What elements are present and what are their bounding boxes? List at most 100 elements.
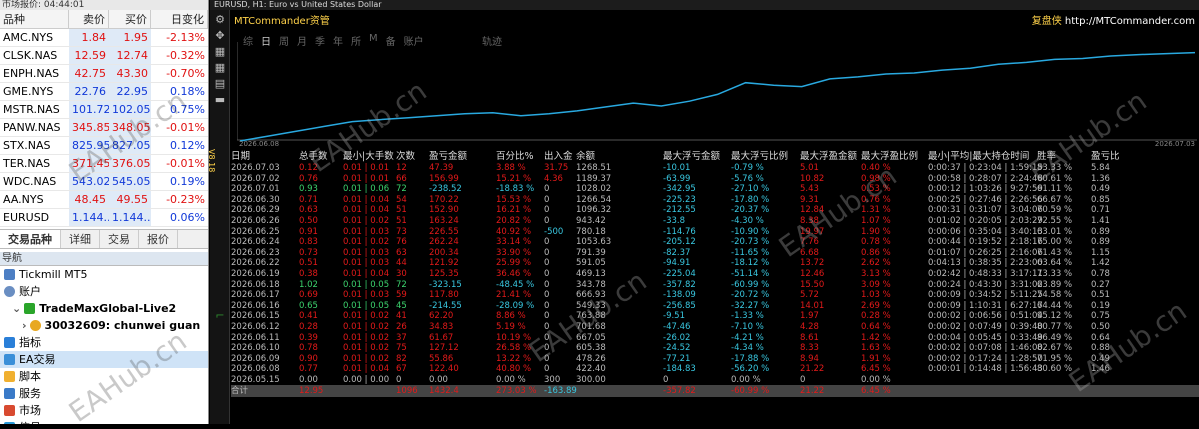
table-row[interactable]: 2026.06.09 0.90 0.01 | 0.02 82 55.86 13.22 % 0…	[231, 354, 1199, 365]
table-row[interactable]: 2026.07.02 0.76 0.01 | 0.01 66 156.99 15.21 %…	[231, 174, 1199, 185]
gear-icon[interactable]: ⚙	[213, 14, 227, 26]
table-row[interactable]: 2026.06.16 0.65 0.01 | 0.05 45 -214.55 -28.09…	[231, 301, 1199, 312]
table-cell: 1.31 %	[861, 205, 891, 216]
brand-url[interactable]: http://MTCommander.com	[1065, 16, 1195, 27]
table-row[interactable]: 2026.06.23 0.73 0.01 | 0.03 63 200.34 33.90 %…	[231, 248, 1199, 259]
table-row[interactable]: 2026.06.22 0.51 0.01 | 0.03 44 121.92 25.99 %…	[231, 258, 1199, 269]
column-header[interactable]: 日期	[231, 151, 250, 163]
table-row[interactable]: 2026.06.25 0.91 0.01 | 0.03 73 226.55 40.92 %…	[231, 227, 1199, 238]
nav-account[interactable]: › 30032609: chunwei guan	[0, 317, 208, 334]
tab-details[interactable]: 详细	[61, 230, 100, 248]
move-icon[interactable]: ✥	[213, 30, 227, 42]
table-cell: 64.44 %	[1037, 300, 1073, 311]
column-header[interactable]: 最大浮亏金额	[663, 151, 720, 163]
col-symbol-header[interactable]: 品种	[0, 10, 69, 28]
tab-trading[interactable]: 交易	[100, 230, 139, 248]
column-header[interactable]: 盈亏比	[1091, 151, 1120, 163]
table-cell: 0.01 | 0.02	[343, 215, 390, 226]
table-cell: 63.89 %	[1037, 279, 1073, 290]
column-header[interactable]: 出入金	[544, 151, 573, 163]
table-row[interactable]: 2026.06.11 0.39 0.01 | 0.02 37 61.67 10.19 % 0…	[231, 333, 1199, 344]
market-watch-row[interactable]: PANW.NAS 345.85 348.05 -0.01%	[0, 119, 208, 137]
table-cell: 54	[396, 194, 407, 205]
column-header[interactable]: 最大浮盈金额	[800, 151, 857, 163]
column-header[interactable]: 盈亏金额	[429, 151, 467, 163]
table-row[interactable]: 2026.06.29 0.63 0.01 | 0.04 51 152.90 16.21 %…	[231, 205, 1199, 216]
table-row[interactable]: 2026.05.15 0.00 0.00 | 0.00 0 0.00 0.00 % 300 3…	[231, 375, 1199, 386]
column-header[interactable]: 次数	[396, 151, 415, 163]
market-watch-row[interactable]: EURUSD 1.144...1.144... 0.06%	[0, 209, 208, 227]
table-body: 2026.07.03 0.12 0.01 | 0.01 12 47.39 3.88 % 31…	[231, 163, 1199, 385]
table-cell: 30	[396, 268, 407, 279]
table-cell: 0.73	[299, 247, 318, 258]
col-change-header[interactable]: 日变化	[151, 10, 208, 28]
market-watch-row[interactable]: ENPH.NAS 42.75 43.30 -0.70%	[0, 65, 208, 83]
table-cell: 0.64 %	[861, 321, 891, 332]
nav-accounts[interactable]: 账户	[0, 283, 208, 300]
nav-broker[interactable]: Tickmill MT5	[0, 266, 208, 283]
column-header[interactable]: 总手数	[299, 151, 328, 163]
total-cell: -163.89	[544, 386, 577, 397]
market-watch-row[interactable]: AA.NYS 48.45 49.55 -0.23%	[0, 191, 208, 209]
column-header[interactable]: 最小|平均|最大持仓时间	[928, 151, 1029, 163]
table-row[interactable]: 2026.07.01 0.93 0.01 | 0.06 72 -238.52 -18.83…	[231, 184, 1199, 195]
col-bid-header[interactable]: 卖价	[69, 10, 109, 28]
nav-signals[interactable]: 信号	[0, 419, 208, 424]
nav-server[interactable]: ⌄ TradeMaxGlobal-Live2	[0, 300, 208, 317]
table-row[interactable]: 2026.06.19 0.38 0.01 | 0.04 30 125.35 36.46 %…	[231, 269, 1199, 280]
table-row[interactable]: 2026.06.18 1.02 0.01 | 0.05 72 -323.15 -48.45…	[231, 280, 1199, 291]
tab-symbols[interactable]: 交易品种	[0, 230, 61, 248]
tab-ticks[interactable]: 报价	[139, 230, 178, 248]
nav-indicators[interactable]: 指标	[0, 334, 208, 351]
nav-accounts-label: 账户	[19, 285, 41, 298]
market-watch-row[interactable]: WDC.NAS 543.02 545.05 0.19%	[0, 173, 208, 191]
table-cell: 0.01 | 0.03	[343, 258, 390, 269]
table-cell: 0.77	[299, 364, 318, 375]
table-cell: 0.50	[299, 215, 318, 226]
chart-icon[interactable]: ▤	[213, 78, 227, 90]
table-row[interactable]: 2026.06.15 0.41 0.01 | 0.02 41 62.20 8.86 % 0 7…	[231, 311, 1199, 322]
nav-market[interactable]: 市场	[0, 402, 208, 419]
table-row[interactable]: 2026.06.12 0.28 0.01 | 0.02 26 34.83 5.19 % 0 7…	[231, 322, 1199, 333]
nav-experts[interactable]: EA交易	[0, 351, 208, 368]
market-watch-row[interactable]: TER.NAS 371.45 376.05 -0.01%	[0, 155, 208, 173]
col-ask-header[interactable]: 买价	[109, 10, 151, 28]
column-header[interactable]: 最大浮盈比例	[861, 151, 918, 163]
table-cell: 0	[544, 247, 550, 258]
table-cell: 0	[544, 215, 550, 226]
grid2-icon[interactable]: ▦	[213, 62, 227, 74]
table-row[interactable]: 2026.06.26 0.50 0.01 | 0.02 51 163.24 20.82 %…	[231, 216, 1199, 227]
table-row[interactable]: 2026.07.03 0.12 0.01 | 0.01 12 47.39 3.88 % 31…	[231, 163, 1199, 174]
table-row[interactable]: 2026.06.30 0.71 0.01 | 0.04 54 170.22 15.53 %…	[231, 195, 1199, 206]
table-row[interactable]: 2026.06.24 0.83 0.01 | 0.02 76 262.24 33.14 %…	[231, 237, 1199, 248]
table-cell: -33.8	[663, 215, 685, 226]
table-cell: 0.01 | 0.02	[343, 343, 390, 354]
table-cell: 0.19	[1091, 300, 1110, 311]
column-header[interactable]: 最小|大手数	[343, 151, 394, 163]
column-header[interactable]: 百分比%	[496, 151, 534, 163]
market-watch-row[interactable]: CLSK.NAS 12.59 12.74 -0.32%	[0, 47, 208, 65]
market-watch-row[interactable]: AMC.NYS 1.84 1.95 -2.13%	[0, 29, 208, 47]
market-watch-row[interactable]: STX.NAS 825.95 827.05 0.12%	[0, 137, 208, 155]
table-cell: 0.01 | 0.06	[343, 184, 390, 195]
table-row[interactable]: 2026.06.10 0.78 0.01 | 0.02 75 127.12 26.58 %…	[231, 343, 1199, 354]
table-row[interactable]: 2026.06.17 0.69 0.01 | 0.03 59 117.80 21.41 %…	[231, 290, 1199, 301]
market-watch-row[interactable]: MSTR.NAS 101.72 102.05 0.75%	[0, 101, 208, 119]
nav-services[interactable]: 服务	[0, 385, 208, 402]
minimize-icon[interactable]: ▬	[213, 94, 227, 106]
nav-scripts[interactable]: 脚本	[0, 368, 208, 385]
table-cell: 0:00:09 | 1:10:31 | 6:27:17	[928, 300, 1043, 311]
table-cell: 59	[396, 290, 407, 301]
column-header[interactable]: 余额	[576, 151, 595, 163]
table-cell: 20.82 %	[496, 215, 532, 226]
column-header[interactable]: 最大浮亏比例	[731, 151, 788, 163]
table-cell: 0	[396, 374, 402, 385]
column-header[interactable]: 胜率	[1037, 151, 1056, 163]
table-cell: -9.51	[663, 311, 685, 322]
table-cell: 0.01 | 0.01	[343, 163, 390, 173]
grid-icon[interactable]: ▦	[213, 46, 227, 58]
table-cell: 0.41	[299, 311, 318, 322]
market-watch-row[interactable]: GME.NYS 22.76 22.95 0.18%	[0, 83, 208, 101]
table-row[interactable]: 2026.06.08 0.77 0.01 | 0.04 67 122.40 40.80 %…	[231, 364, 1199, 375]
table-cell: 44	[396, 258, 407, 269]
